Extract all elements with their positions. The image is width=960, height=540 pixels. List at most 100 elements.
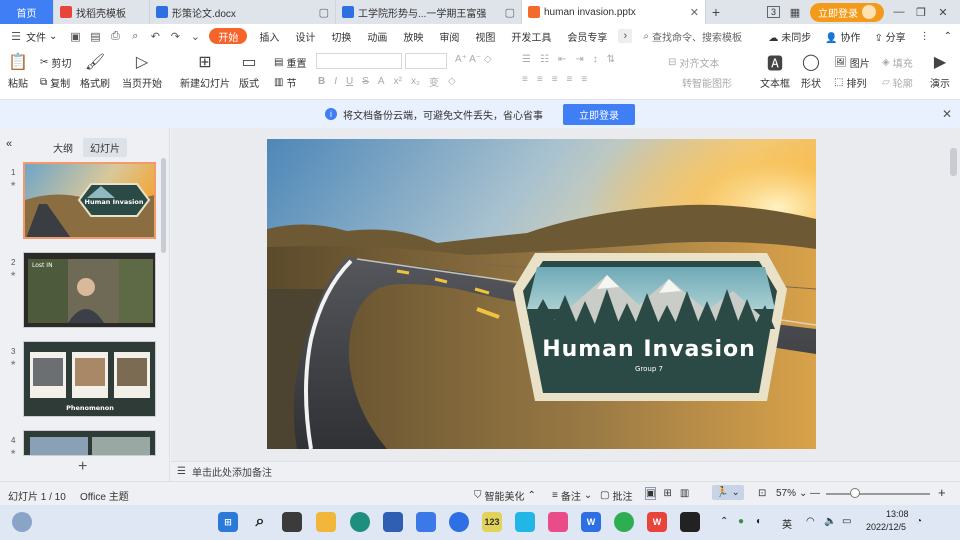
align-right-icon[interactable]: ≡ bbox=[552, 74, 558, 85]
menu-design[interactable]: 设计 bbox=[287, 24, 323, 48]
menu-insert[interactable]: 插入 bbox=[251, 24, 287, 48]
login-button[interactable]: 立即登录 bbox=[810, 2, 884, 22]
tab-pin-icon[interactable]: ▢ bbox=[505, 6, 515, 19]
slide-thumbnail-3[interactable]: Phenomenon bbox=[23, 341, 156, 417]
arrange-button[interactable]: ⬚ 排列 bbox=[834, 75, 866, 90]
outdent-icon[interactable]: ⇤ bbox=[558, 54, 566, 65]
search-icon[interactable]: ⌕ bbox=[250, 512, 270, 532]
normal-view-icon[interactable]: ▣ bbox=[644, 487, 657, 500]
menu-devtools[interactable]: 开发工具 bbox=[503, 24, 559, 48]
paste-button[interactable]: 📋 粘贴 bbox=[8, 52, 28, 90]
current-slide[interactable]: Human Invasion Group 7 bbox=[267, 139, 816, 449]
from-current-button[interactable]: ▷ 当页开始 bbox=[122, 52, 162, 90]
edge-icon[interactable] bbox=[350, 512, 370, 532]
bold-icon[interactable]: B bbox=[318, 76, 325, 87]
line-spacing-icon[interactable]: ↕ bbox=[593, 54, 598, 65]
canvas-scrollbar[interactable] bbox=[950, 148, 957, 176]
tab-close-icon[interactable]: ✕ bbox=[690, 6, 699, 19]
notes-bar[interactable]: ☰ 单击此处添加备注 bbox=[171, 461, 960, 481]
volume-icon[interactable]: 🔈 bbox=[824, 516, 836, 527]
zoom-slider-thumb[interactable] bbox=[849, 488, 860, 498]
indent-icon[interactable]: ⇥ bbox=[575, 54, 583, 65]
hamburger-icon[interactable]: ☰ bbox=[9, 29, 23, 43]
clock-time[interactable]: 13:08 bbox=[886, 509, 909, 519]
file-explorer-icon[interactable] bbox=[316, 512, 336, 532]
restore-icon[interactable]: ❐ bbox=[914, 6, 928, 19]
font-family-select[interactable] bbox=[316, 53, 402, 69]
zoom-level[interactable]: 57% ⌄ bbox=[776, 488, 807, 499]
superscript-icon[interactable]: x² bbox=[394, 76, 402, 87]
music-app-icon[interactable] bbox=[548, 512, 568, 532]
battery-icon[interactable]: ▭ bbox=[842, 516, 851, 527]
phonetic-icon[interactable]: 变 bbox=[429, 74, 439, 89]
sync-status[interactable]: ☁ 未同步 bbox=[768, 29, 811, 44]
tray-shield-icon[interactable]: ◐ bbox=[756, 516, 762, 527]
align-text-button[interactable]: ⊟ 对齐文本 bbox=[668, 55, 719, 70]
preview-icon[interactable]: ⌕ bbox=[128, 29, 142, 43]
export-icon[interactable]: ▤ bbox=[88, 29, 102, 43]
grid-icon[interactable]: ▦ bbox=[788, 6, 802, 19]
sorter-view-icon[interactable]: ⊞ bbox=[663, 488, 671, 499]
share-button[interactable]: ⇪ 分享 bbox=[874, 29, 905, 44]
copy-button[interactable]: ⧉ 复制 bbox=[40, 75, 70, 90]
numbered-list-icon[interactable]: ☷ bbox=[540, 54, 549, 65]
print-icon[interactable]: ⎙ bbox=[108, 29, 122, 43]
comments-button[interactable]: ▢ 批注 bbox=[600, 488, 632, 503]
close-icon[interactable]: ✕ bbox=[942, 107, 952, 121]
menu-slideshow[interactable]: 放映 bbox=[395, 24, 431, 48]
command-search[interactable]: ⌕ 查找命令、搜索模板 bbox=[635, 24, 750, 48]
slide-title[interactable]: Human Invasion bbox=[542, 337, 756, 362]
menu-review[interactable]: 审阅 bbox=[431, 24, 467, 48]
tab-slides[interactable]: 幻灯片 bbox=[83, 138, 127, 157]
italic-icon[interactable]: I bbox=[334, 76, 337, 87]
bilibili-icon[interactable] bbox=[515, 512, 535, 532]
more-vertical-icon[interactable]: ⋮ bbox=[920, 31, 930, 42]
menu-start[interactable]: 开始 bbox=[209, 28, 248, 44]
tray-app-icon[interactable]: ● bbox=[738, 516, 744, 527]
info-login-button[interactable]: 立即登录 bbox=[563, 103, 635, 125]
notes-toggle-button[interactable]: ≡ 备注 ⌄ bbox=[552, 488, 592, 503]
strikethrough-icon[interactable]: S bbox=[362, 76, 369, 87]
slide-thumbnail-1[interactable]: Human Invasion bbox=[23, 162, 156, 239]
zoom-out-icon[interactable]: — bbox=[810, 488, 820, 499]
clear-format-icon[interactable]: ◇ bbox=[448, 76, 456, 87]
task-view-icon[interactable] bbox=[282, 512, 302, 532]
slideshow-button[interactable]: 🏃 ⌄ bbox=[712, 485, 744, 500]
file-menu[interactable]: 文件 ⌄ bbox=[26, 24, 65, 48]
notification-icon[interactable]: ◔ bbox=[916, 516, 922, 527]
minimize-icon[interactable]: — bbox=[892, 6, 906, 18]
smart-beautify-button[interactable]: ⛉ 智能美化 ⌃ bbox=[474, 488, 536, 503]
shape-button[interactable]: ◯ 形状 bbox=[801, 52, 821, 90]
reset-button[interactable]: ▤ 重置 bbox=[274, 55, 306, 70]
wps-icon[interactable]: W bbox=[647, 512, 667, 532]
menu-animation[interactable]: 动画 bbox=[359, 24, 395, 48]
tv-app-icon[interactable] bbox=[680, 512, 700, 532]
outline-button[interactable]: ▱ 轮廓 bbox=[882, 75, 913, 90]
redo-icon[interactable]: ↷ bbox=[168, 29, 182, 43]
picture-button[interactable]: 🖼 图片 bbox=[834, 55, 870, 70]
new-tab-icon[interactable]: + bbox=[706, 0, 726, 24]
tab-doc2[interactable]: 工学院形势与...一学期王富强 ▢ bbox=[336, 0, 522, 24]
bullet-list-icon[interactable]: ☰ bbox=[522, 54, 531, 65]
cut-button[interactable]: ✂ 剪切 bbox=[40, 55, 71, 70]
windows-start-icon[interactable]: ⊞ bbox=[218, 512, 238, 532]
zoom-in-icon[interactable]: + bbox=[938, 485, 946, 500]
new-slide-button[interactable]: ⊞ 新建幻灯片 bbox=[180, 52, 230, 90]
menu-transition[interactable]: 切换 bbox=[323, 24, 359, 48]
font-color-icon[interactable]: A bbox=[378, 76, 385, 87]
clock-date[interactable]: 2022/12/5 bbox=[866, 522, 906, 532]
section-button[interactable]: ▥ 节 bbox=[274, 75, 296, 90]
tab-home[interactable]: 首页 bbox=[0, 0, 54, 24]
align-left-icon[interactable]: ≡ bbox=[522, 74, 528, 85]
chevron-right-icon[interactable]: › bbox=[618, 29, 633, 43]
format-painter-button[interactable]: 🖌 格式刷 bbox=[80, 52, 110, 90]
justify-icon[interactable]: ≡ bbox=[567, 74, 573, 85]
align-center-icon[interactable]: ≡ bbox=[537, 74, 543, 85]
panel-scrollbar[interactable] bbox=[161, 158, 166, 253]
underline-icon[interactable]: U bbox=[346, 76, 353, 87]
input-language[interactable]: 英 bbox=[782, 516, 792, 531]
collapse-panel-icon[interactable]: « bbox=[6, 138, 12, 150]
tab-outline[interactable]: 大纲 bbox=[46, 138, 80, 157]
save-icon[interactable]: ▣ bbox=[68, 29, 82, 43]
more-icon[interactable]: ⌄ bbox=[188, 29, 202, 43]
